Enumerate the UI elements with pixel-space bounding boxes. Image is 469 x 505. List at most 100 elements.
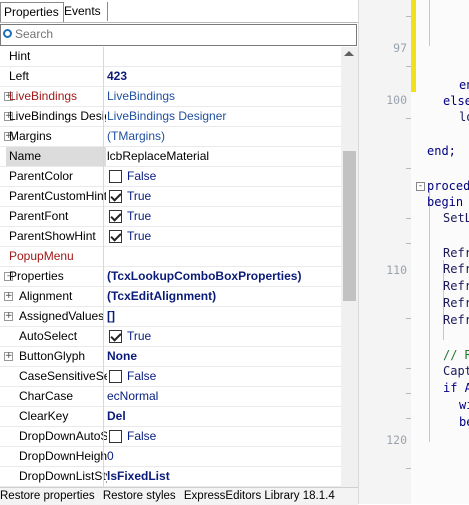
code-line: Refr [443,313,469,327]
property-value[interactable]: ecNormal [107,387,337,406]
checkbox[interactable] [109,370,122,383]
property-name: LiveBindings [9,89,78,103]
fold-toggle-icon[interactable]: - [416,182,425,191]
checkbox[interactable] [109,170,122,183]
code-line: Refr [443,279,469,293]
line-number: 100 [386,93,407,107]
column-divider [103,407,104,427]
property-value[interactable]: lcbReplaceMaterial [107,147,337,166]
property-row-left[interactable]: Left 423 [0,67,341,87]
property-name: DropDownAutoSize [19,429,107,443]
modified-lines-bar [411,0,416,92]
property-grid: Hint Left 423 + LiveBindings LiveBinding… [0,47,341,487]
search-input[interactable] [15,26,345,42]
property-row-clearkey[interactable]: ClearKey Del [0,407,341,427]
property-name: Margins [9,129,52,143]
expand-icon[interactable]: + [4,352,13,361]
property-row-alignment[interactable]: + Alignment (TcxEditAlignment) [0,287,341,307]
property-row-hint[interactable]: Hint [0,47,341,67]
vertical-scrollbar[interactable] [341,47,358,487]
property-value[interactable]: lsFixedList [107,467,337,486]
column-divider [103,327,104,347]
restore-properties-link[interactable]: Restore properties [0,490,95,502]
property-name: ParentColor [9,169,74,183]
property-name: ParentFont [9,209,69,223]
property-row-parentshowhint[interactable]: ParentShowHint True [0,227,341,247]
property-row-charcase[interactable]: CharCase ecNormal [0,387,341,407]
checkbox-checked[interactable] [109,210,122,223]
column-divider [103,467,104,487]
property-name: Properties [9,269,64,283]
scroll-up-arrow-icon[interactable] [344,51,354,56]
property-row-dropdownautosize[interactable]: DropDownAutoSize False [0,427,341,447]
column-divider [103,347,104,367]
column-divider [103,147,104,167]
code-line: end; [427,144,456,158]
property-row-assignedvalues[interactable]: + AssignedValues [] [0,307,341,327]
property-name: ClearKey [19,409,69,423]
checkbox-checked[interactable] [109,330,122,343]
code-editor[interactable]: 97 100 110 120 - en else lo end; proced … [358,0,469,504]
property-value[interactable]: (TcxEditAlignment) [107,287,337,306]
property-name: DropDownHeight [19,449,107,463]
search-icon [3,29,12,38]
line-tick [406,368,411,369]
property-value: True [127,229,152,243]
code-line: else [443,94,469,108]
inspector-tabs: Properties Events [0,2,358,23]
line-tick [406,168,411,169]
property-row-dropdownliststyle[interactable]: DropDownListStyle lsFixedList [0,467,341,487]
property-row-properties[interactable]: - Properties (TcxLookupComboBoxPropertie… [0,267,341,287]
property-name: DropDownListStyle [19,469,107,483]
property-row-parentfont[interactable]: ParentFont True [0,207,341,227]
code-line: proced [427,179,469,193]
property-name: CaseSensitiveSearch [19,369,107,383]
property-value[interactable]: 423 [107,67,337,86]
code-comment: // R [443,348,469,362]
property-row-livebindings[interactable]: + LiveBindings LiveBindings [0,87,341,107]
line-tick [406,218,411,219]
property-row-casesensitivesearch[interactable]: CaseSensitiveSearch False [0,367,341,387]
column-divider [103,427,104,447]
expand-icon[interactable]: + [4,312,13,321]
column-divider [103,47,104,67]
checkbox[interactable] [109,430,122,443]
property-row-dropdownheight[interactable]: DropDownHeight 0 [0,447,341,467]
column-divider [103,387,104,407]
property-value[interactable] [107,247,337,266]
property-value[interactable]: (TcxLookupComboBoxProperties) [107,267,337,286]
property-value[interactable] [107,47,337,66]
property-value[interactable]: LiveBindings Designer [107,107,337,126]
tab-events[interactable]: Events [61,2,108,21]
property-value[interactable]: (TMargins) [107,127,337,146]
property-name: ParentCustomHint [9,189,106,203]
property-value[interactable]: [] [107,307,337,326]
property-value[interactable]: LiveBindings [107,87,337,106]
property-name: PopupMenu [9,249,74,263]
property-row-autoselect[interactable]: AutoSelect True [0,327,341,347]
property-row-popupmenu[interactable]: PopupMenu [0,247,341,267]
property-row-parentcustomhint[interactable]: ParentCustomHint True [0,187,341,207]
property-value: True [127,329,152,343]
checkbox-checked[interactable] [109,230,122,243]
tab-properties[interactable]: Properties [0,2,64,22]
line-number: 110 [386,263,407,277]
property-row-name[interactable]: Name lcbReplaceMaterial [0,147,341,167]
property-value[interactable]: 0 [107,447,337,466]
property-row-buttonglyph[interactable]: + ButtonGlyph None [0,347,341,367]
restore-styles-link[interactable]: Restore styles [103,490,176,502]
property-name: AssignedValues [19,309,105,323]
property-value[interactable]: None [107,347,337,366]
property-name: CharCase [19,389,74,403]
property-row-margins[interactable]: + Margins (TMargins) [0,127,341,147]
property-value[interactable]: Del [107,407,337,426]
checkbox-checked[interactable] [109,190,122,203]
column-divider [103,167,104,187]
column-divider [103,227,104,247]
property-row-livebindings-designer[interactable]: + LiveBindings Designer LiveBindings Des… [0,107,341,127]
column-divider [103,87,104,107]
property-value: True [127,209,152,223]
scroll-thumb[interactable] [343,151,356,301]
expand-icon[interactable]: + [4,292,13,301]
property-row-parentcolor[interactable]: ParentColor False [0,167,341,187]
